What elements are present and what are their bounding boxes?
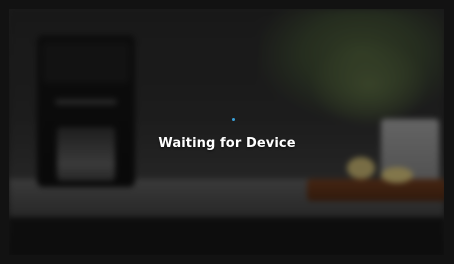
status-message: Waiting for Device — [158, 136, 296, 151]
waiting-screen — [9, 9, 444, 255]
device-screen-frame: Waiting for Device — [0, 0, 454, 264]
background-dim-overlay — [9, 9, 444, 255]
loading-spinner-icon — [232, 118, 235, 121]
